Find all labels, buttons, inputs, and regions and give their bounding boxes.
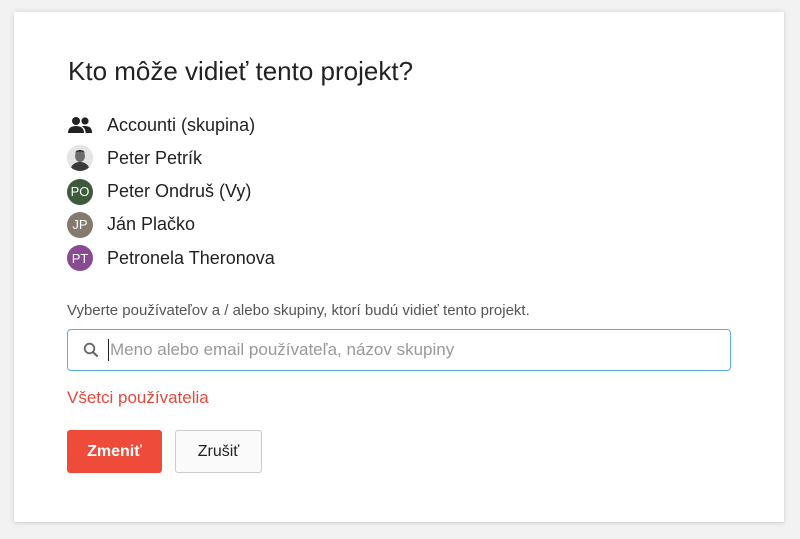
cancel-button[interactable]: Zrušiť: [175, 430, 262, 473]
search-box[interactable]: [67, 329, 731, 371]
member-item: PT Petronela Theronova: [67, 245, 275, 272]
member-name: Petronela Theronova: [107, 247, 275, 268]
group-icon: [67, 112, 93, 138]
avatar-initials: JP: [67, 211, 93, 238]
member-name: Peter Ondruš (Vy): [107, 181, 252, 202]
member-name: Ján Plačko: [107, 214, 196, 235]
avatar-initials: PT: [67, 245, 93, 272]
confirm-button[interactable]: Zmeniť: [67, 430, 162, 473]
avatar-initials: PO: [67, 178, 93, 205]
member-name: Peter Petrík: [107, 147, 203, 168]
dialog-title: Kto môže vidieť tento projekt?: [68, 56, 414, 86]
avatar-photo: [67, 145, 93, 172]
help-text: Vyberte používateľov a / alebo skupiny, …: [67, 302, 530, 319]
member-name: Accounti (skupina): [107, 114, 256, 135]
all-users-link[interactable]: Všetci používatelia: [67, 388, 209, 408]
search-input[interactable]: [108, 339, 692, 361]
search-icon: [82, 341, 100, 359]
member-list: Accounti (skupina) Peter Petrík PO Peter…: [67, 112, 275, 278]
member-item: PO Peter Ondruš (Vy): [67, 178, 275, 205]
member-item: Peter Petrík: [67, 145, 275, 172]
member-item: Accounti (skupina): [67, 112, 275, 138]
visibility-dialog: Kto môže vidieť tento projekt? Accounti …: [14, 12, 784, 522]
member-item: JP Ján Plačko: [67, 211, 275, 238]
